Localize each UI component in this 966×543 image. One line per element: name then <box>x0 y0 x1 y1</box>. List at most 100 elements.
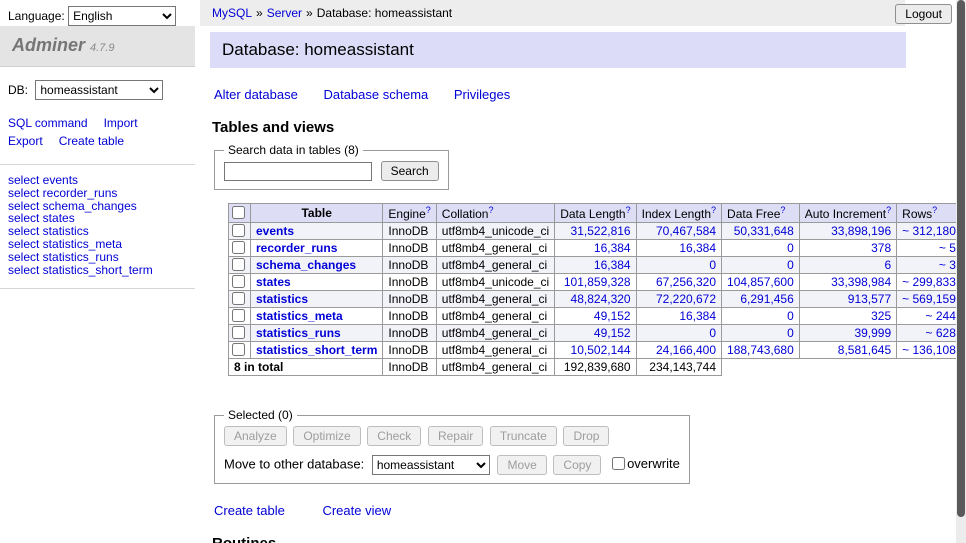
table-name-link[interactable]: schema_changes <box>256 258 356 272</box>
row-checkbox[interactable] <box>232 275 245 288</box>
rows-count-link[interactable]: ~ 3 <box>939 258 956 272</box>
table-name-link[interactable]: events <box>256 224 294 238</box>
row-checkbox[interactable] <box>232 258 245 271</box>
overwrite-option[interactable]: overwrite <box>612 456 680 471</box>
table-name-link[interactable]: statistics_meta <box>256 309 343 323</box>
create-view-link[interactable]: Create view <box>322 503 391 518</box>
language-select[interactable]: English <box>68 6 176 26</box>
db-selector-row: DB: homeassistant <box>0 67 195 112</box>
auto-increment-link[interactable]: 325 <box>871 309 891 323</box>
auto-increment-link[interactable]: 6 <box>884 258 891 272</box>
sidebar-item-select-statistics-short-term[interactable]: select statistics_short_term <box>8 263 153 277</box>
help-icon[interactable]: ? <box>626 205 631 215</box>
data-length-link[interactable]: 101,859,328 <box>564 275 631 289</box>
index-length-link[interactable]: 24,166,400 <box>656 343 716 357</box>
help-icon[interactable]: ? <box>886 205 891 215</box>
breadcrumb-server-link[interactable]: Server <box>267 6 302 20</box>
data-length-link[interactable]: 49,152 <box>594 326 631 340</box>
data-length-link[interactable]: 49,152 <box>594 309 631 323</box>
import-link[interactable]: Import <box>104 116 138 130</box>
help-icon[interactable]: ? <box>932 205 937 215</box>
search-input[interactable] <box>224 162 372 181</box>
auto-increment-link[interactable]: 39,999 <box>854 326 891 340</box>
table-name-link[interactable]: statistics <box>256 292 308 306</box>
data-length-link[interactable]: 16,384 <box>594 241 631 255</box>
data-free-link[interactable]: 188,743,680 <box>727 343 794 357</box>
row-checkbox[interactable] <box>232 309 245 322</box>
rows-count-link[interactable]: ~ 569,159 <box>902 292 956 306</box>
export-link[interactable]: Export <box>8 134 43 148</box>
index-length-link[interactable]: 0 <box>709 258 716 272</box>
table-name-link[interactable]: statistics_runs <box>256 326 341 340</box>
data-length-link[interactable]: 10,502,144 <box>571 343 631 357</box>
db-select[interactable]: homeassistant <box>35 80 163 100</box>
optimize-button[interactable]: Optimize <box>293 426 360 446</box>
sql-command-link[interactable]: SQL command <box>8 116 88 130</box>
index-length-link[interactable]: 16,384 <box>679 309 716 323</box>
row-checkbox[interactable] <box>232 326 245 339</box>
create-table-link[interactable]: Create table <box>214 503 285 518</box>
select-all-checkbox[interactable] <box>232 206 245 219</box>
rows-count-link[interactable]: ~ 312,180 <box>902 224 956 238</box>
rows-count-link[interactable]: ~ 136,108 <box>902 343 956 357</box>
index-length-link[interactable]: 67,256,320 <box>656 275 716 289</box>
privileges-link[interactable]: Privileges <box>454 87 510 102</box>
auto-increment-link[interactable]: 378 <box>871 241 891 255</box>
rows-count-link[interactable]: ~ 299,833 <box>902 275 956 289</box>
data-free-link[interactable]: 50,331,648 <box>734 224 794 238</box>
rows-count-link[interactable]: ~ 628 <box>926 326 956 340</box>
index-length-link[interactable]: 16,384 <box>679 241 716 255</box>
help-icon[interactable]: ? <box>488 205 493 215</box>
auto-increment-link[interactable]: 8,581,645 <box>838 343 891 357</box>
table-name-link[interactable]: recorder_runs <box>256 241 337 255</box>
row-checkbox[interactable] <box>232 241 245 254</box>
drop-button[interactable]: Drop <box>563 426 609 446</box>
copy-button[interactable]: Copy <box>553 455 601 475</box>
help-icon[interactable]: ? <box>780 205 785 215</box>
create-table-link-sidebar[interactable]: Create table <box>59 134 124 148</box>
row-checkbox[interactable] <box>232 292 245 305</box>
data-length-link[interactable]: 48,824,320 <box>571 292 631 306</box>
auto-increment-link[interactable]: 913,577 <box>848 292 891 306</box>
row-checkbox[interactable] <box>232 343 245 356</box>
rows-count-link[interactable]: ~ 5 <box>939 241 956 255</box>
table-name-link[interactable]: statistics_short_term <box>256 343 377 357</box>
data-free-link[interactable]: 0 <box>787 326 794 340</box>
vertical-scrollbar[interactable] <box>956 0 966 543</box>
adminer-logo[interactable]: Adminer <box>12 35 85 55</box>
repair-button[interactable]: Repair <box>428 426 483 446</box>
row-checkbox[interactable] <box>232 224 245 237</box>
cell-collation: utf8mb4_general_ci <box>436 342 554 359</box>
help-icon[interactable]: ? <box>711 205 716 215</box>
data-length-link[interactable]: 31,522,816 <box>571 224 631 238</box>
index-length-link[interactable]: 0 <box>709 326 716 340</box>
data-free-link[interactable]: 104,857,600 <box>727 275 794 289</box>
table-name-link[interactable]: states <box>256 275 291 289</box>
truncate-button[interactable]: Truncate <box>490 426 557 446</box>
rows-count-link[interactable]: ~ 244 <box>926 309 956 323</box>
alter-database-link[interactable]: Alter database <box>214 87 298 102</box>
data-free-link[interactable]: 0 <box>787 241 794 255</box>
breadcrumb-mysql-link[interactable]: MySQL <box>212 6 252 20</box>
help-icon[interactable]: ? <box>426 205 431 215</box>
move-db-select[interactable]: homeassistant <box>372 455 490 475</box>
database-schema-link[interactable]: Database schema <box>323 87 428 102</box>
search-button[interactable]: Search <box>381 161 439 181</box>
auto-increment-link[interactable]: 33,398,984 <box>831 275 891 289</box>
logout-button[interactable]: Logout <box>895 4 952 24</box>
data-free-link[interactable]: 6,291,456 <box>740 292 793 306</box>
footer-engine: InnoDB <box>383 359 436 376</box>
overwrite-checkbox[interactable] <box>612 457 625 470</box>
auto-increment-link[interactable]: 33,898,196 <box>831 224 891 238</box>
data-length-link[interactable]: 16,384 <box>594 258 631 272</box>
data-free-link[interactable]: 0 <box>787 309 794 323</box>
check-button[interactable]: Check <box>367 426 421 446</box>
analyze-button[interactable]: Analyze <box>224 426 287 446</box>
index-length-link[interactable]: 72,220,672 <box>656 292 716 306</box>
move-button[interactable]: Move <box>497 455 546 475</box>
index-length-link[interactable]: 70,467,584 <box>656 224 716 238</box>
footer-blank <box>722 359 966 376</box>
data-free-link[interactable]: 0 <box>787 258 794 272</box>
scrollbar-thumb[interactable] <box>957 0 965 517</box>
col-header-index-length: Index Length? <box>636 204 721 223</box>
